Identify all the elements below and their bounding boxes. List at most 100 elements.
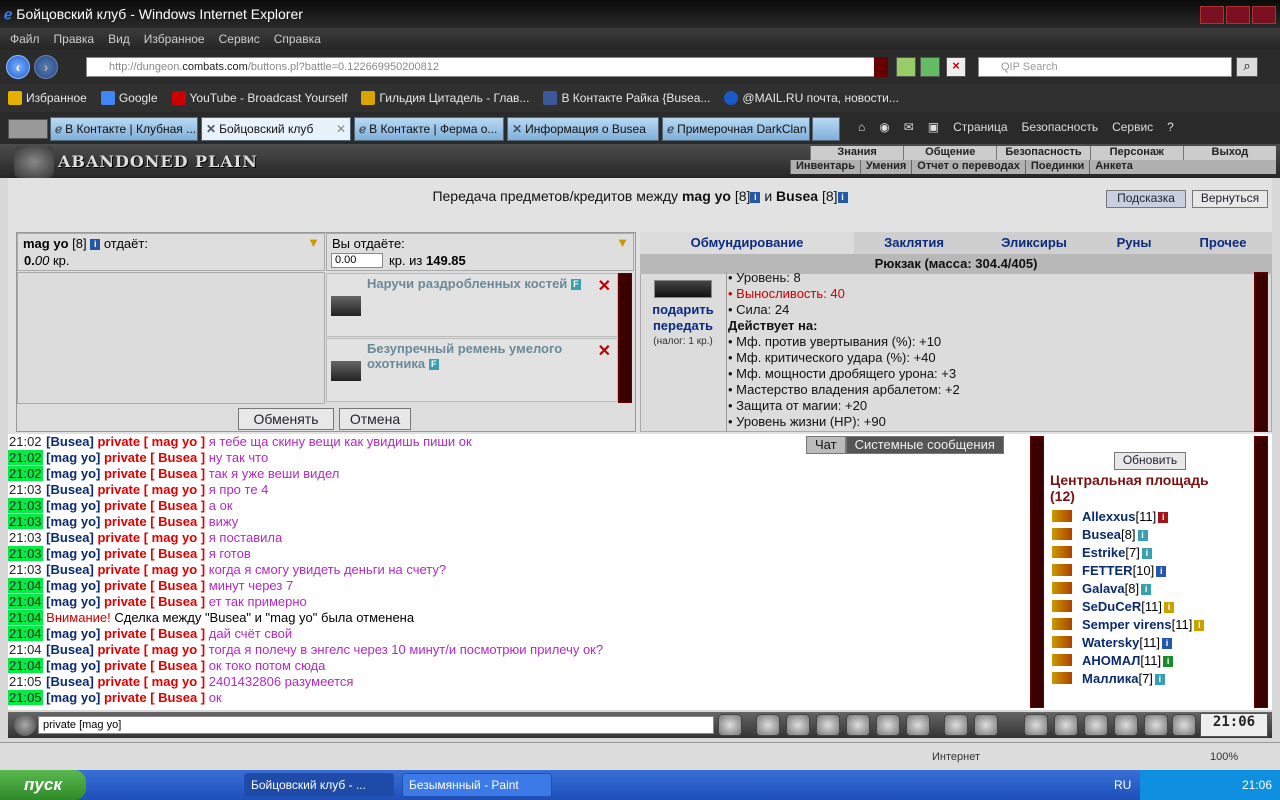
chat-private-target[interactable]: private [ mag yo ] bbox=[97, 434, 205, 449]
chat-time[interactable]: 21:04 bbox=[8, 658, 43, 673]
eraser-icon[interactable] bbox=[756, 714, 780, 736]
hint-button[interactable]: Подсказка bbox=[1106, 190, 1186, 208]
chat-time[interactable]: 21:03 bbox=[8, 546, 43, 561]
chat-private-target[interactable]: private [ Busea ] bbox=[104, 498, 205, 513]
user-mag-yo[interactable]: mag yo bbox=[682, 188, 731, 204]
online-scrollbar[interactable] bbox=[1254, 436, 1268, 708]
info-icon[interactable]: i bbox=[1194, 620, 1205, 631]
chat-private-target[interactable]: private [ mag yo ] bbox=[97, 642, 205, 657]
language-indicator[interactable]: RU bbox=[1114, 778, 1131, 792]
chat-time[interactable]: 21:05 bbox=[8, 674, 43, 689]
refresh-icon[interactable] bbox=[920, 57, 940, 77]
menu-favorites[interactable]: Избранное bbox=[144, 32, 205, 46]
private-message-icon[interactable] bbox=[1052, 510, 1072, 522]
remove-item-icon[interactable]: ✕ bbox=[598, 276, 611, 296]
user-name[interactable]: SeDuCeR bbox=[1082, 599, 1141, 614]
chat-private-target[interactable]: private [ Busea ] bbox=[104, 578, 205, 593]
map-icon[interactable] bbox=[1084, 714, 1108, 736]
maximize-button[interactable] bbox=[1226, 6, 1250, 24]
chat-private-target[interactable]: private [ Busea ] bbox=[104, 546, 205, 561]
tab-runes[interactable]: Руны bbox=[1094, 232, 1174, 254]
chat-input[interactable]: private [mag yo] bbox=[38, 716, 714, 734]
chat-time[interactable]: 21:04 bbox=[8, 594, 43, 609]
partner-name[interactable]: mag yo bbox=[23, 236, 69, 251]
menu-knowledge[interactable]: Знания bbox=[810, 146, 904, 160]
menu-edit[interactable]: Правка bbox=[54, 32, 95, 46]
scroll-icon[interactable] bbox=[1054, 714, 1078, 736]
close-tab-icon[interactable]: ✕ bbox=[336, 122, 346, 136]
user-name[interactable]: Allexxus bbox=[1082, 509, 1135, 524]
info-icon[interactable]: i bbox=[1141, 548, 1152, 559]
favorite-guild[interactable]: Гильдия Цитадель - Глав... bbox=[361, 91, 529, 106]
minimize-button[interactable] bbox=[1200, 6, 1224, 24]
menu-character[interactable]: Персонаж bbox=[1089, 146, 1183, 160]
tab-vk-farm[interactable]: ℯВ Контакте | Ферма о... bbox=[354, 117, 504, 141]
chat-sender[interactable]: [mag yo] bbox=[46, 466, 100, 481]
info-icon[interactable]: i bbox=[1141, 584, 1152, 595]
filter-icon[interactable] bbox=[786, 714, 810, 736]
chat-sender[interactable]: [mag yo] bbox=[46, 498, 100, 513]
favorite-youtube[interactable]: YouTube - Broadcast Yourself bbox=[171, 91, 347, 106]
gift-link[interactable]: подарить bbox=[642, 302, 724, 318]
credits-input[interactable]: 0.00 bbox=[331, 253, 383, 268]
menu-security[interactable]: Безопасность bbox=[996, 146, 1090, 160]
house-icon[interactable] bbox=[1144, 714, 1168, 736]
stop-icon[interactable]: × bbox=[946, 57, 966, 77]
chat-time[interactable]: 21:03 bbox=[8, 482, 43, 497]
favorite-mail[interactable]: @MAIL.RU почта, новости... bbox=[724, 91, 899, 106]
tab-equipment[interactable]: Обмундирование bbox=[640, 232, 854, 254]
user-name[interactable]: АНОМАЛ bbox=[1082, 653, 1140, 668]
info-icon[interactable]: i bbox=[1137, 530, 1148, 541]
save-icon[interactable] bbox=[816, 714, 840, 736]
chat-sender[interactable]: [Busea] bbox=[46, 482, 94, 497]
chat-time[interactable]: 21:04 bbox=[8, 626, 43, 641]
tab-system-messages[interactable]: Системные сообщения bbox=[845, 436, 1004, 454]
info-icon[interactable]: i bbox=[750, 192, 761, 203]
user-name[interactable]: Маллика bbox=[1082, 671, 1138, 686]
private-message-icon[interactable] bbox=[1052, 672, 1072, 684]
chat-sender[interactable]: [mag yo] bbox=[46, 594, 100, 609]
items-scrollbar[interactable] bbox=[618, 273, 632, 403]
settings-icon[interactable] bbox=[974, 714, 998, 736]
chat-time[interactable]: 21:02 bbox=[8, 450, 43, 465]
chat-private-target[interactable]: private [ mag yo ] bbox=[97, 562, 205, 577]
user-name[interactable]: Semper virens bbox=[1082, 617, 1172, 632]
tab-vk-club[interactable]: ℯВ Контакте | Клубная ... bbox=[50, 117, 198, 141]
chat-sender[interactable]: [Busea] bbox=[46, 434, 94, 449]
menu-tools[interactable]: Сервис bbox=[219, 32, 260, 46]
favorites-button[interactable]: Избранное bbox=[8, 91, 87, 106]
chat-private-target[interactable]: private [ Busea ] bbox=[104, 690, 205, 705]
user-name[interactable]: Estrike bbox=[1082, 545, 1125, 560]
menu-file[interactable]: Файл bbox=[10, 32, 40, 46]
exit-icon[interactable] bbox=[1172, 714, 1196, 736]
chat-sender[interactable]: [mag yo] bbox=[46, 690, 100, 705]
skull-icon[interactable] bbox=[1114, 714, 1138, 736]
quick-tabs-icon[interactable] bbox=[8, 119, 48, 139]
give-link[interactable]: передать bbox=[642, 318, 724, 334]
new-tab-button[interactable] bbox=[812, 117, 840, 141]
chat-sender[interactable]: [Busea] bbox=[46, 642, 94, 657]
forward-icon[interactable]: › bbox=[34, 55, 58, 79]
info-icon[interactable]: i bbox=[1163, 602, 1174, 613]
private-message-icon[interactable] bbox=[1052, 600, 1072, 612]
menu-transfers-report[interactable]: Отчет о переводах bbox=[911, 160, 1025, 174]
chat-sender[interactable]: [mag yo] bbox=[46, 578, 100, 593]
private-message-icon[interactable] bbox=[1052, 582, 1072, 594]
chat-sender[interactable]: [mag yo] bbox=[46, 514, 100, 529]
tab-other[interactable]: Прочее bbox=[1174, 232, 1272, 254]
search-icon[interactable]: ⌕ bbox=[1236, 57, 1258, 77]
tab-darkclan[interactable]: ℯ Примерочная DarkClan bbox=[662, 117, 810, 141]
private-message-icon[interactable] bbox=[1052, 528, 1072, 540]
bag-icon[interactable] bbox=[1024, 714, 1048, 736]
chat-private-target[interactable]: private [ Busea ] bbox=[104, 450, 205, 465]
tab-elixirs[interactable]: Эликсиры bbox=[974, 232, 1094, 254]
send-icon[interactable] bbox=[718, 714, 742, 736]
menu-help[interactable]: Справка bbox=[274, 32, 321, 46]
back-icon[interactable]: ‹ bbox=[6, 55, 30, 79]
fighter-icon[interactable] bbox=[846, 714, 870, 736]
chat-time[interactable]: 21:05 bbox=[8, 690, 43, 705]
cmd-safety[interactable]: Безопасность bbox=[1022, 120, 1099, 134]
chat-sender[interactable]: [Busea] bbox=[46, 530, 94, 545]
url-field[interactable]: http://dungeon. combats.com/buttons.pl?ba… bbox=[86, 57, 888, 77]
info-icon[interactable]: i bbox=[1158, 512, 1169, 523]
